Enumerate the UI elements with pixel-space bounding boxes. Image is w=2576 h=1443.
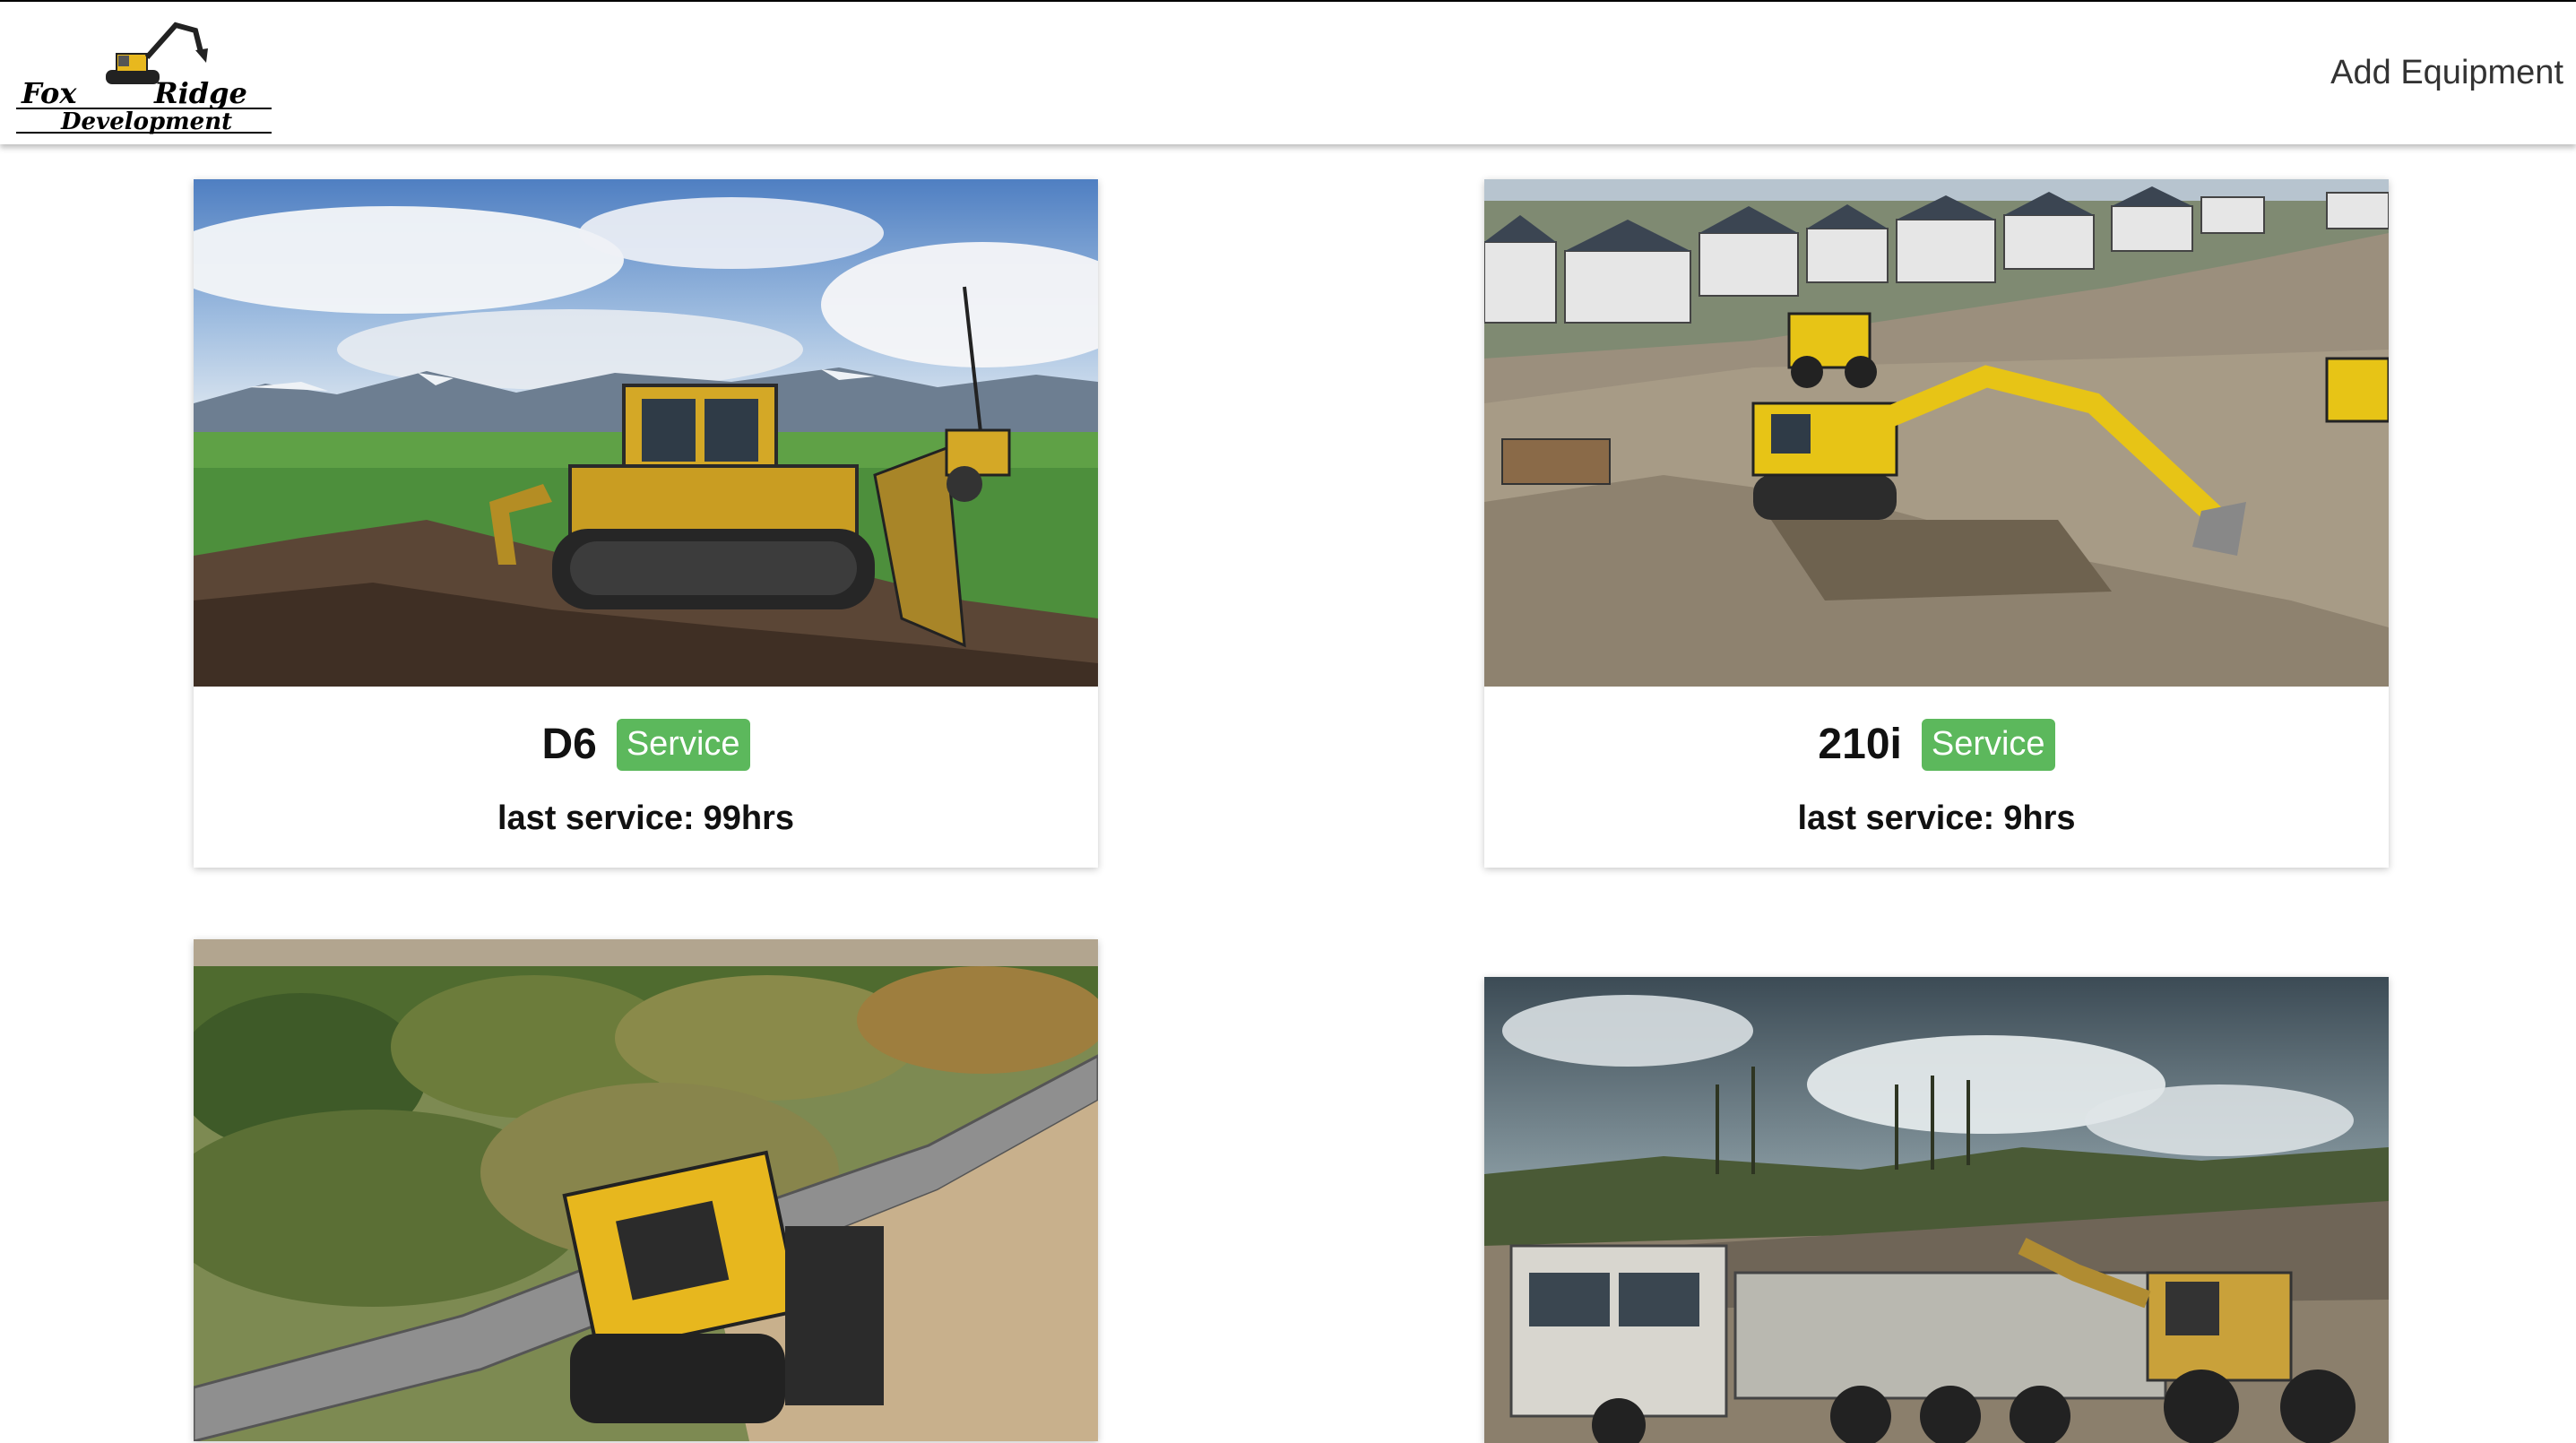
skid-steer-photo	[194, 939, 1098, 1441]
navbar: Fox Ridge Development Add Equipment	[0, 0, 2576, 144]
bulldozer-photo	[194, 179, 1098, 687]
last-service-label: last service:	[1797, 799, 1995, 837]
add-equipment-link[interactable]: Add Equipment	[2330, 54, 2563, 92]
fox-ridge-logo[interactable]: Fox Ridge Development	[16, 18, 276, 134]
brand-name-ridge: Ridge	[153, 76, 247, 110]
equipment-name: 210i	[1818, 721, 1902, 769]
card-title-row: 210i Service	[1484, 719, 2389, 771]
equipment-name: D6	[541, 721, 597, 769]
excavator-photo	[1484, 179, 2389, 687]
loader-truck-photo	[1484, 977, 2389, 1443]
equipment-card[interactable]	[1484, 977, 2389, 1443]
brand-name-fox: Fox	[21, 76, 77, 110]
equipment-card[interactable]	[194, 939, 1098, 1441]
brand-name-development: Development	[60, 108, 232, 134]
card-title-row: D6 Service	[194, 719, 1098, 771]
last-service-value: 9hrs	[2003, 799, 2076, 837]
equipment-card[interactable]: 210i Service last service: 9hrs	[1484, 179, 2389, 868]
service-button[interactable]: Service	[616, 719, 750, 771]
service-button[interactable]: Service	[1921, 719, 2055, 771]
last-service-text: last service: 9hrs	[1484, 799, 2389, 838]
last-service-text: last service: 99hrs	[194, 799, 1098, 838]
card-body: D6 Service last service: 99hrs	[194, 687, 1098, 868]
last-service-label: last service:	[497, 799, 695, 837]
last-service-value: 99hrs	[703, 799, 795, 837]
equipment-card[interactable]: D6 Service last service: 99hrs	[194, 179, 1098, 868]
card-body: 210i Service last service: 9hrs	[1484, 687, 2389, 868]
